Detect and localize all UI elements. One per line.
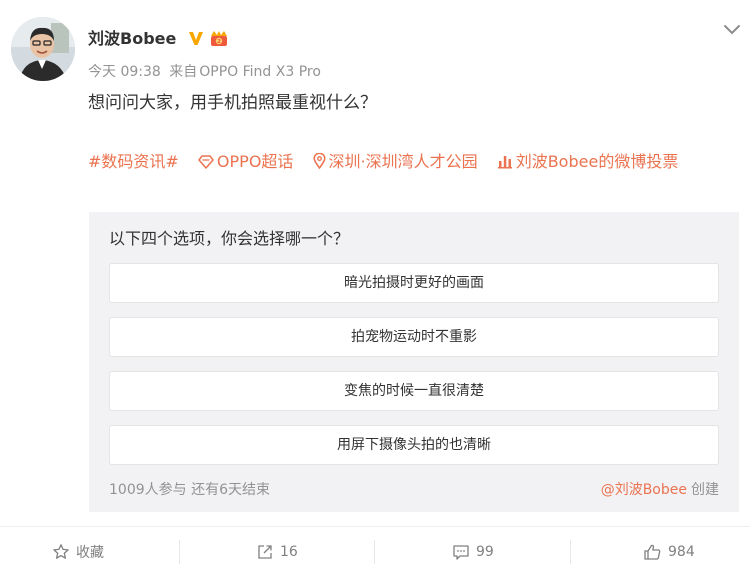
poll-question: 以下四个选项，你会选择哪一个？ [109,229,350,248]
poll-option-1[interactable]: 暗光拍摄时更好的画面 [109,263,719,303]
member-badge-icon: 2 [208,29,230,51]
comment-count: 99 [476,543,494,560]
action-divider [374,540,375,564]
repost-count: 16 [280,543,298,560]
poll-stats: 1009人参与 还有6天结束 [109,480,270,500]
poll-remaining: 还有6天结束 [191,482,271,498]
star-icon [53,543,69,559]
avatar-image [11,17,75,81]
avatar[interactable] [11,17,75,81]
source-prefix: 来自 [169,64,198,80]
poll-created-label: 创建 [691,482,719,498]
diamond-icon [198,155,214,169]
author-name[interactable]: 刘波Bobee [88,28,176,50]
post-meta: 今天 09:38 来自 OPPO Find X3 Pro [88,62,325,82]
topic-tag[interactable]: #数码资讯# [88,152,179,171]
location-pin-icon [312,152,326,170]
favorite-label: 收藏 [76,544,104,561]
repost-icon [258,544,272,559]
poll-participants: 1009人参与 [109,482,187,498]
post-time[interactable]: 今天 09:38 [88,64,161,80]
action-divider [179,540,180,564]
poll-link-label: 刘波Bobee的微博投票 [515,152,679,171]
poll-link[interactable]: 刘波Bobee的微博投票 [497,152,679,171]
favorite-button[interactable]: 收藏 [52,536,104,567]
poll-option-3[interactable]: 变焦的时候一直很清楚 [109,371,719,411]
poll-creator[interactable]: @刘波Bobee [601,482,687,498]
supertopic-link[interactable]: OPPO超话 [198,152,294,171]
action-bar: 收藏 16 99 984 [0,536,750,567]
post-text: 想问问大家，用手机拍照最重视什么？ [88,93,377,113]
supertopic-label: OPPO超话 [216,152,294,171]
thumbs-up-icon [644,544,661,560]
poll-card: 以下四个选项，你会选择哪一个？ 暗光拍摄时更好的画面 拍宠物运动时不重影 变焦的… [89,212,739,512]
location-link[interactable]: 深圳·深圳湾人才公园 [312,152,478,171]
comment-button[interactable]: 99 [452,536,494,567]
svg-text:2: 2 [217,39,221,45]
post-tags: #数码资讯# OPPO超话 深圳·深圳湾人才公园 刘波Bobee的微博投票 [88,147,728,177]
like-count: 984 [668,543,695,560]
repost-button[interactable]: 16 [256,536,298,567]
post-source[interactable]: OPPO Find X3 Pro [199,64,321,80]
like-button[interactable]: 984 [643,536,695,567]
location-label: 深圳·深圳湾人才公园 [328,152,478,171]
footer-divider [0,526,750,527]
poll-option-2[interactable]: 拍宠物运动时不重影 [109,317,719,357]
poll-bars-icon [497,156,512,169]
poll-creator-line: @刘波Bobee 创建 [601,480,719,500]
chevron-down-icon[interactable] [721,22,743,38]
action-divider [570,540,571,564]
poll-option-4[interactable]: 用屏下摄像头拍的也清晰 [109,425,719,465]
comment-icon [453,544,469,560]
verified-v-icon [187,29,205,51]
